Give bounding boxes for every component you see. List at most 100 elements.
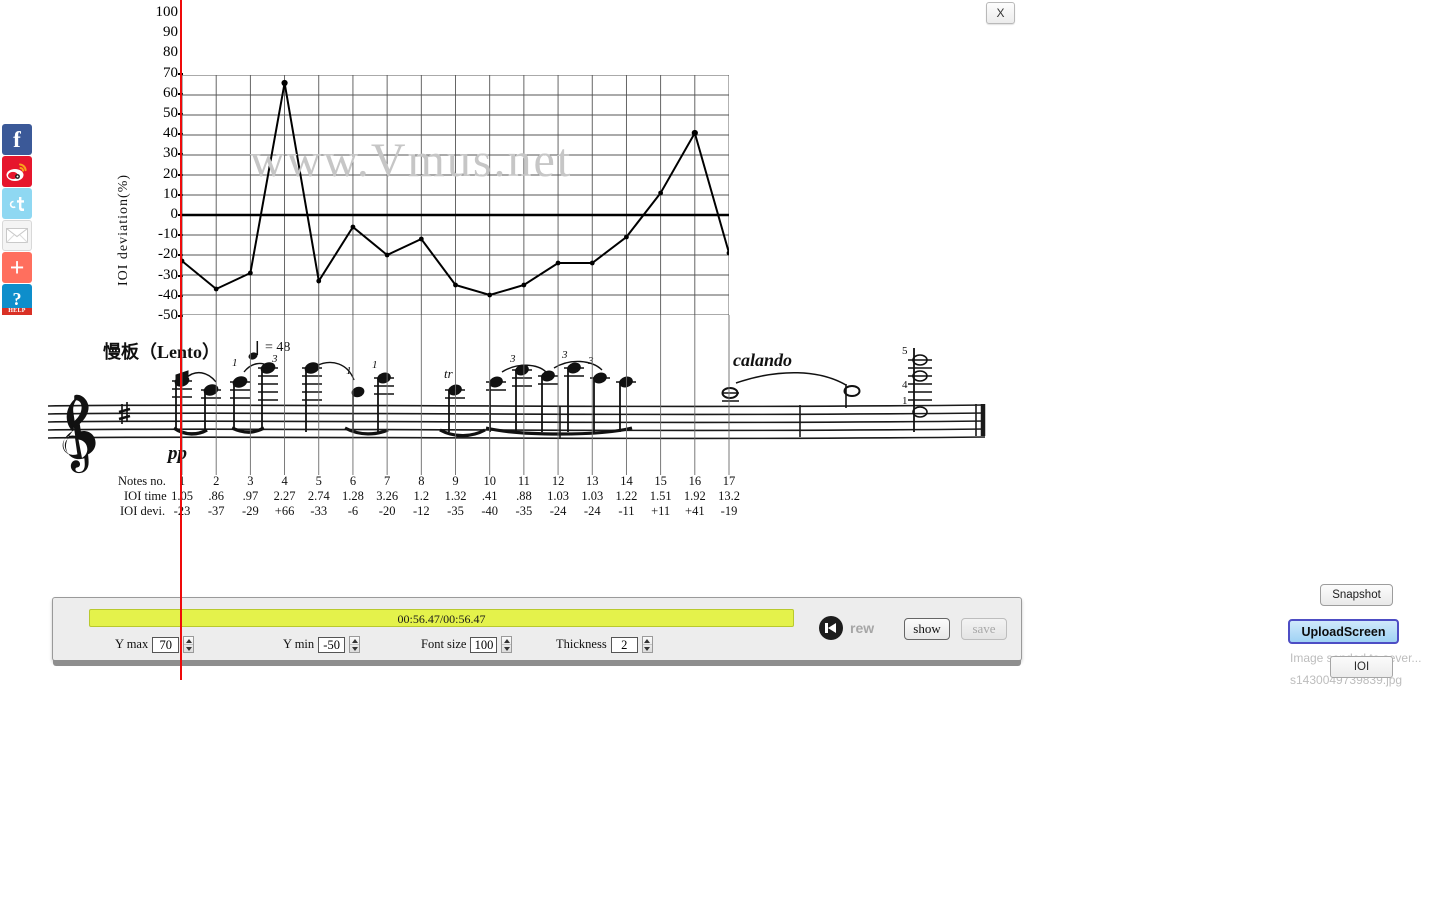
thickness-stepper[interactable] <box>641 636 653 653</box>
ioi-time-cell: 1.22 <box>615 489 638 503</box>
rewind-label: rew <box>850 620 875 636</box>
snapshot-button[interactable]: Snapshot <box>1320 584 1393 606</box>
plot-area <box>182 75 729 315</box>
rewind-icon <box>819 616 843 640</box>
y-min-up[interactable] <box>350 637 360 645</box>
expression-marking: calando <box>733 350 793 370</box>
y-min-input[interactable]: -50 <box>318 636 346 653</box>
quarter-note-icon <box>248 341 259 360</box>
ioi-deviation-cell: -40 <box>481 504 499 518</box>
ioi-deviation-cell: -12 <box>412 504 430 518</box>
data-point <box>487 292 493 298</box>
playback-control-panel: 00:56.47/00:56.47 Y max 70 Y min -50 Fon… <box>52 597 1022 666</box>
ioi-time-cell: 1.05 <box>171 489 193 503</box>
note-number-cell: 17 <box>722 474 736 488</box>
progress-bar[interactable]: 00:56.47/00:56.47 <box>89 609 794 627</box>
svg-text:tr: tr <box>444 366 454 381</box>
y-tick-label: -40 <box>158 286 178 303</box>
note-number-cell: 4 <box>281 474 288 488</box>
y-tick-label: 60 <box>163 84 178 101</box>
y-tick-label: 100 <box>155 4 179 20</box>
save-button: save <box>961 618 1007 640</box>
note-number-cell: 3 <box>247 474 254 488</box>
ioi-deviation-cell: +41 <box>685 504 705 518</box>
font-size-stepper[interactable] <box>501 636 513 653</box>
y-axis-ticks: 100 90 80 70 60 50 40 30 20 10 0 -10 -20 -30 -40 -50 <box>132 0 179 330</box>
table-row-ioi-time: IOI time 1.05.86.97 2.27 2.74 1.28 3.26 1.2 1.… <box>118 489 758 504</box>
svg-text:3: 3 <box>561 349 568 361</box>
ioi-time-cell: 1.28 <box>342 489 364 503</box>
note-number-cell: 15 <box>654 474 667 488</box>
y-max-stepper[interactable] <box>183 636 195 653</box>
svg-text:1: 1 <box>232 357 238 369</box>
upload-screen-button[interactable]: UploadScreen <box>1288 619 1399 644</box>
svg-text:1: 1 <box>346 365 352 377</box>
thickness-label: Thickness <box>556 637 607 651</box>
note-number-cell: 12 <box>551 474 565 488</box>
ioi-deviation-cell: -11 <box>618 504 635 518</box>
ioi-deviation-cell: -24 <box>583 504 601 518</box>
y-min-stepper[interactable] <box>349 636 361 653</box>
ioi-time-cell: .86 <box>208 489 224 503</box>
svg-text:1: 1 <box>372 359 378 371</box>
time-display: 00:56.47/00:56.47 <box>397 612 486 626</box>
y-max-input[interactable]: 70 <box>152 636 180 653</box>
ioi-time-cell: 2.74 <box>307 489 330 503</box>
y-min-down[interactable] <box>350 645 359 652</box>
chart-svg <box>182 75 729 315</box>
data-point <box>418 236 424 242</box>
data-point <box>521 282 527 288</box>
svg-text:1: 1 <box>902 395 908 407</box>
ioi-time-cell: 1.32 <box>444 489 467 503</box>
data-point <box>281 79 288 87</box>
data-point <box>247 270 253 276</box>
thickness-down[interactable] <box>643 645 652 652</box>
ioi-deviation-cell: -35 <box>515 504 533 518</box>
y-max-down[interactable] <box>184 645 193 652</box>
note-number-cell: 8 <box>418 474 425 488</box>
font-size-label: Font size <box>421 637 467 651</box>
ioi-button[interactable]: IOI <box>1330 656 1393 678</box>
note-number-cell: 5 <box>315 474 322 488</box>
y-tick-label: 0 <box>170 206 179 222</box>
note-number-cell: 9 <box>452 474 459 488</box>
data-point <box>213 286 219 292</box>
ioi-deviation-cell: +11 <box>651 504 671 518</box>
ioi-time-cell: 1.2 <box>413 489 430 503</box>
svg-text:4: 4 <box>902 379 908 391</box>
y-min-field-group: Y min -50 <box>283 636 361 653</box>
y-tick-label: 40 <box>163 125 178 142</box>
ioi-time-cell: 1.92 <box>683 489 706 503</box>
svg-text:3: 3 <box>509 353 516 365</box>
thickness-up[interactable] <box>642 637 652 645</box>
ioi-deviation-cell: +66 <box>274 504 295 518</box>
ioi-time-cell: 1.03 <box>547 489 569 503</box>
rewind-button[interactable]: rew <box>819 616 874 640</box>
y-tick-label: 20 <box>163 165 178 182</box>
row-label-ioi-devi: IOI devi. <box>120 504 166 518</box>
ioi-time-cell: 1.03 <box>581 489 604 503</box>
note-number-cell: 16 <box>688 474 702 488</box>
ioi-deviation-cell: -29 <box>242 504 259 518</box>
ioi-time-cell: 2.27 <box>273 489 296 503</box>
ioi-deviation-cell: -19 <box>720 504 738 518</box>
data-point <box>350 224 356 230</box>
font-size-input[interactable]: 100 <box>470 636 498 653</box>
ioi-deviation-cell: -24 <box>549 504 567 518</box>
ioi-time-cell: 1.51 <box>649 489 672 503</box>
show-button[interactable]: show <box>904 618 950 640</box>
font-size-up[interactable] <box>502 637 512 645</box>
thickness-input[interactable]: 2 <box>610 636 638 653</box>
y-tick-label: 90 <box>163 24 178 41</box>
y-max-up[interactable] <box>184 637 194 645</box>
table-row-notes: Notes no. 1 2 3 4 5 6 7 8 9 10 11 12 13 14 15 16 17 <box>118 474 758 489</box>
svg-text:5: 5 <box>902 345 908 357</box>
ioi-time-cell: 3.26 <box>376 489 399 503</box>
note-number-cell: 11 <box>517 474 530 488</box>
y-tick-label: 10 <box>163 185 178 202</box>
playhead-cursor[interactable] <box>180 0 182 680</box>
ioi-time-cell: 13.2 <box>718 489 740 503</box>
y-tick-label: -30 <box>158 266 178 283</box>
ioi-deviation-cell: -20 <box>378 504 396 518</box>
font-size-down[interactable] <box>502 645 511 652</box>
